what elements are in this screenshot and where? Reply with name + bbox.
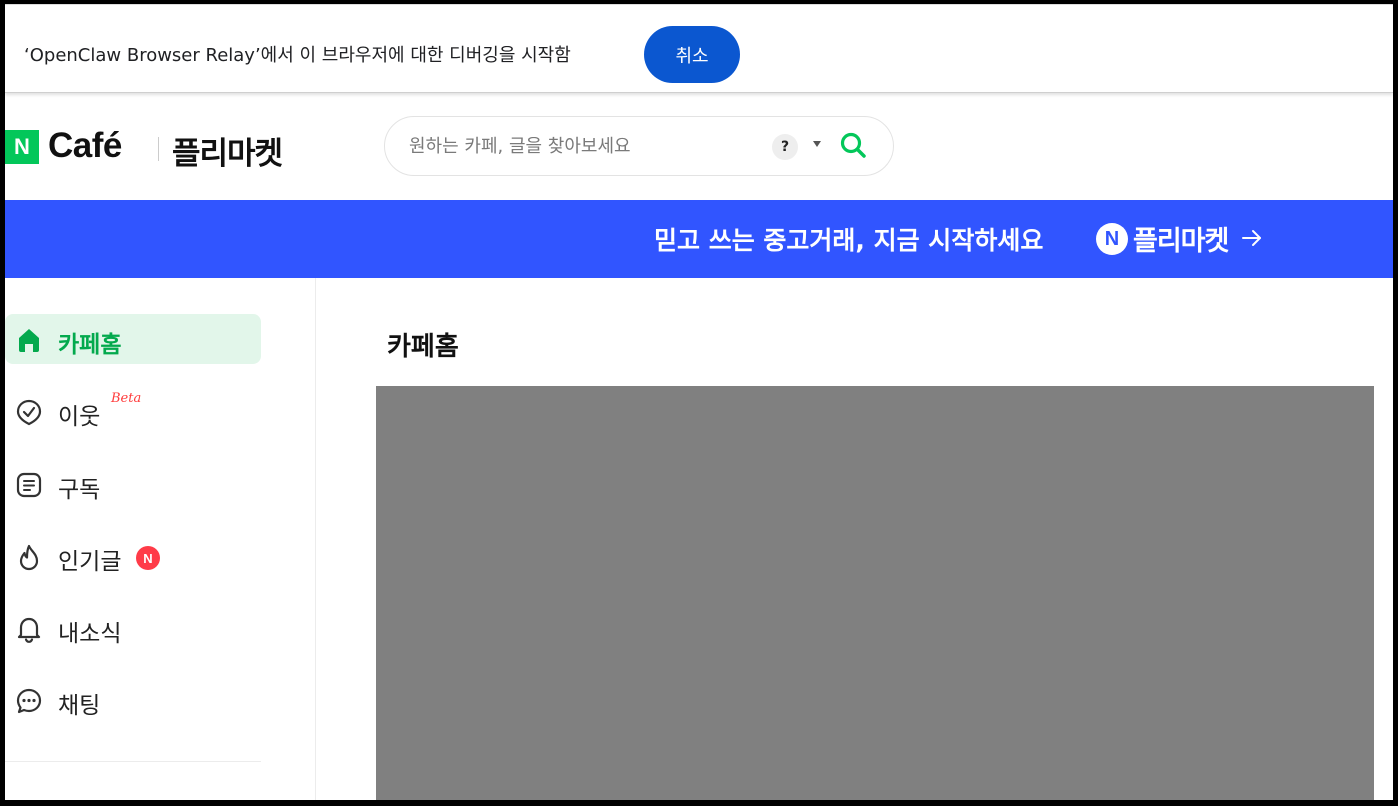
banner-brand: 플리마켓 (1133, 226, 1229, 257)
help-icon[interactable]: ? (772, 134, 798, 160)
arrow-right-icon (1241, 227, 1263, 253)
cancel-debugging-button[interactable]: 취소 (644, 26, 740, 83)
new-badge: N (136, 546, 160, 570)
flame-icon (15, 543, 43, 575)
sidebar: 카페홈 이웃 Beta 구독 인기글 N 내소식 채팅 (5, 278, 316, 800)
sidebar-item-notifications[interactable]: 내소식 (5, 603, 261, 653)
sidebar-item-chat[interactable]: 채팅 (5, 675, 261, 725)
browser-viewport: ‘OpenClaw Browser Relay’에서 이 브라우저에 대한 디버… (5, 4, 1393, 800)
debugging-infobar: ‘OpenClaw Browser Relay’에서 이 브라우저에 대한 디버… (5, 4, 1393, 93)
search-icon[interactable] (839, 131, 867, 163)
flea-market-banner[interactable]: 믿고 쓰는 중고거래, 지금 시작하세요 N 플리마켓 (5, 200, 1393, 278)
sidebar-item-label: 내소식 (58, 621, 122, 647)
bell-icon (15, 615, 43, 647)
sidebar-item-label: 채팅 (58, 693, 101, 719)
chat-icon (15, 687, 43, 719)
cafe-logo[interactable]: Café (48, 126, 122, 166)
beta-tag: Beta (111, 391, 142, 406)
search-input[interactable] (409, 131, 749, 161)
flea-market-logo[interactable]: 플리마켓 (172, 128, 283, 173)
naver-logo-icon[interactable]: N (5, 130, 39, 164)
content-placeholder (376, 386, 1374, 800)
sidebar-item-label: 카페홈 (58, 332, 122, 358)
debugging-message: ‘OpenClaw Browser Relay’에서 이 브라우저에 대한 디버… (24, 45, 571, 66)
naver-badge-icon: N (1096, 223, 1128, 255)
logo-divider (158, 137, 159, 161)
search-box: ? (384, 116, 894, 176)
banner-text: 믿고 쓰는 중고거래, 지금 시작하세요 (654, 226, 1044, 255)
sidebar-item-label: 인기글 (58, 549, 122, 575)
sidebar-item-label: 구독 (58, 477, 101, 503)
sidebar-item-label: 이웃 (58, 404, 101, 430)
home-icon (15, 326, 43, 358)
sidebar-item-neighbors[interactable]: 이웃 Beta (5, 386, 261, 436)
check-badge-icon (15, 398, 43, 430)
sidebar-item-popular[interactable]: 인기글 N (5, 531, 261, 581)
caret-down-icon[interactable] (813, 141, 821, 147)
sidebar-item-cafe-home[interactable]: 카페홈 (5, 314, 261, 364)
document-icon (15, 471, 43, 503)
sidebar-divider (5, 761, 261, 762)
page-title: 카페홈 (387, 332, 459, 362)
sidebar-item-subscriptions[interactable]: 구독 (5, 459, 261, 509)
